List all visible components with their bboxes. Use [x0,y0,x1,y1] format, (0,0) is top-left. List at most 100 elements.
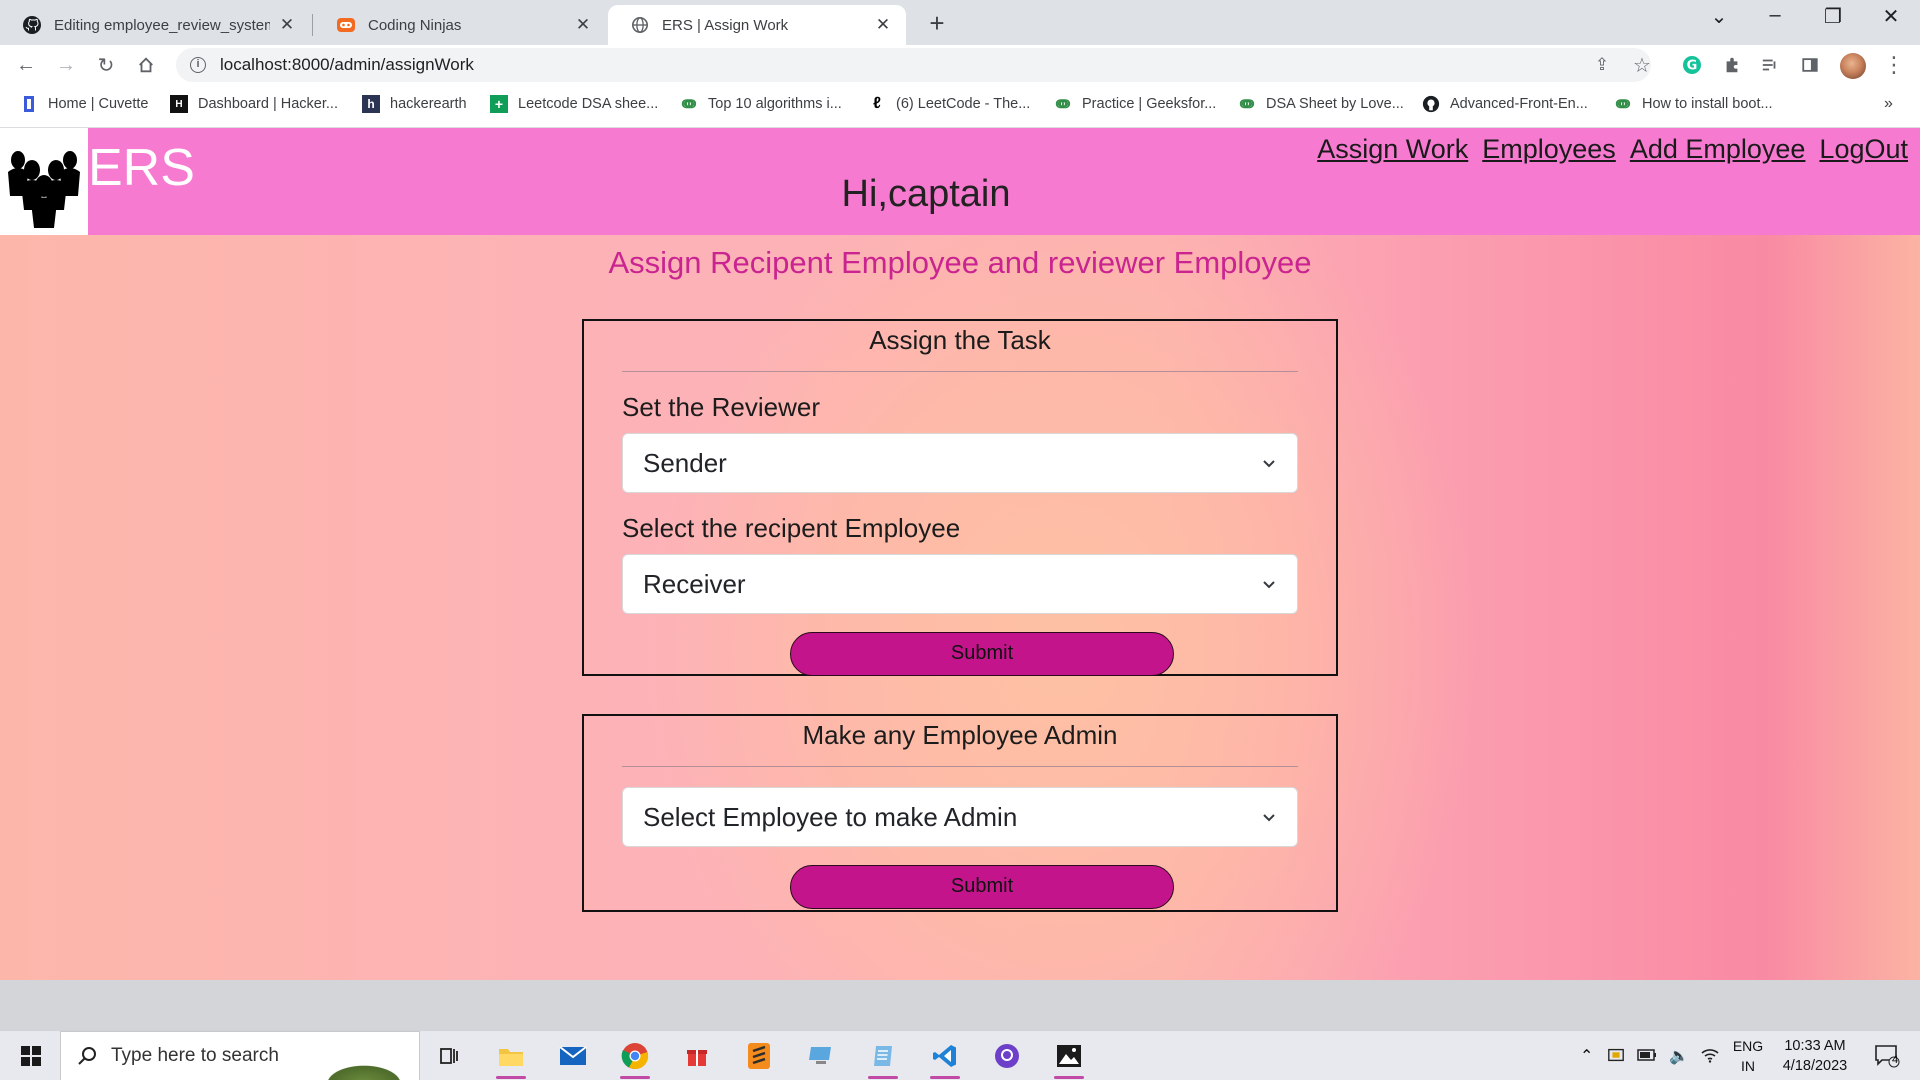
tab-title: ERS | Assign Work [662,16,789,34]
media-queue-icon[interactable] [1756,51,1784,79]
search-placeholder: Type here to search [111,1045,279,1066]
recipient-label: Select the recipent Employee [622,513,961,543]
site-info-icon[interactable]: i [190,57,206,73]
divider [622,766,1298,767]
system-tray: ⌃ 🔈 [1580,1031,1719,1080]
globe-icon [630,15,650,35]
computer-monitor-icon[interactable] [800,1037,842,1075]
assign-submit-button[interactable]: Submit [790,632,1174,676]
back-arrow-icon[interactable]: ← [12,51,40,79]
gfg-icon: ↈ [1615,96,1631,111]
github-desktop-icon[interactable] [986,1037,1028,1075]
reload-icon[interactable]: ↻ [92,51,120,79]
close-tab-icon[interactable]: ✕ [874,15,892,35]
make-admin-card: Make any Employee Admin Select Employee … [582,714,1338,912]
bookmark-home-cuvette[interactable]: Home | Cuvette [20,95,148,113]
bookmark-top-10-algorithms[interactable]: ↈ Top 10 algorithms i... [680,95,842,113]
tab-search-chevron-icon[interactable]: ⌄ [1696,4,1742,29]
bookmarks-bar: Home | Cuvette H Dashboard | Hacker... h… [0,85,1920,128]
new-tab-button[interactable]: + [922,8,952,39]
bookmark-hackerearth[interactable]: h hackerearth [362,95,467,113]
sheets-icon: + [490,95,508,113]
bookmark-advanced-front-end[interactable]: Advanced-Front-En... [1422,95,1588,113]
gift-icon[interactable] [676,1037,718,1075]
hackerrank-icon: H [170,95,188,113]
vscode-icon[interactable] [924,1037,966,1079]
minimize-icon[interactable]: – [1752,4,1798,27]
security-icon[interactable] [1607,1046,1625,1067]
make-admin-select[interactable]: Select Employee to make Admin [622,787,1298,847]
close-window-icon[interactable]: ✕ [1868,4,1914,29]
reviewer-select[interactable]: Sender [622,433,1298,493]
nav-logout-link[interactable]: LogOut [1819,134,1908,165]
hackerearth-icon: h [362,95,380,113]
show-hidden-icons-chevron-icon[interactable]: ⌃ [1580,1046,1593,1066]
assign-task-card: Assign the Task Set the Reviewer Sender … [582,319,1338,676]
github-icon [22,15,42,35]
bookmark-dsa-sheet-love[interactable]: ↈ DSA Sheet by Love... [1238,95,1404,113]
mail-icon[interactable] [552,1037,594,1075]
bookmark-leetcode[interactable]: ℓ (6) LeetCode - The... [868,95,1030,113]
tab-ers-assign-work[interactable]: ERS | Assign Work ✕ [608,5,906,45]
more-bookmarks-chevron-icon[interactable]: » [1884,95,1893,113]
chevron-down-icon [1263,814,1275,822]
notifications-icon[interactable]: 4 [1866,1037,1908,1075]
chrome-icon[interactable] [614,1037,656,1079]
grammarly-icon[interactable]: G [1678,51,1706,79]
nav-assign-work-link[interactable]: Assign Work [1317,134,1468,165]
taskbar-search-box[interactable]: Type here to search [60,1031,420,1080]
make-admin-title: Make any Employee Admin [802,720,1118,750]
share-icon[interactable]: ⇪ [1588,51,1616,79]
tab-editing-employee-review[interactable]: Editing employee_review_system ✕ [0,5,310,45]
profile-avatar[interactable] [1840,53,1866,79]
bookmark-practice-geeksforgeeks[interactable]: ↈ Practice | Geeksfor... [1054,95,1216,113]
taskbar-clock[interactable]: 10:33 AM 4/18/2023 [1770,1036,1860,1076]
photos-icon[interactable] [1048,1037,1090,1079]
gfg-icon: ↈ [1055,96,1071,111]
sublime-text-icon[interactable] [738,1037,780,1075]
bookmark-star-icon[interactable]: ☆ [1628,51,1656,79]
chrome-menu-icon[interactable]: ⋮ [1880,51,1908,79]
make-admin-submit-button[interactable]: Submit [790,865,1174,909]
tab-title: Coding Ninjas [368,16,462,34]
assign-task-title: Assign the Task [869,325,1051,355]
address-bar[interactable]: i localhost:8000/admin/assignWork [176,48,1651,82]
bookmark-leetcode-dsa-sheet[interactable]: + Leetcode DSA shee... [490,95,658,113]
chevron-down-icon [1263,460,1275,468]
bookmark-how-to-install-bootstrap[interactable]: ↈ How to install boot... [1614,95,1773,113]
notification-count: 4 [1892,1054,1899,1066]
battery-icon[interactable] [1637,1048,1657,1065]
side-panel-icon[interactable] [1796,51,1824,79]
reviewer-label: Set the Reviewer [622,392,820,422]
leetcode-icon: ℓ [873,95,881,112]
greeting-text: Hi,captain [841,173,1011,215]
wifi-icon[interactable] [1701,1047,1719,1066]
language-indicator[interactable]: ENG IN [1728,1036,1768,1076]
page-bottom-strip [0,980,1920,1030]
windows-start-icon[interactable] [10,1037,52,1075]
search-highlight-image [309,1044,419,1080]
file-explorer-icon[interactable] [490,1037,532,1079]
nav-add-employee-link[interactable]: Add Employee [1630,134,1806,165]
extensions-puzzle-icon[interactable] [1718,51,1746,79]
close-tab-icon[interactable]: ✕ [574,15,592,35]
gfg-icon: ↈ [681,96,697,111]
tab-coding-ninjas[interactable]: Coding Ninjas ✕ [314,5,606,45]
notepad-icon[interactable] [862,1037,904,1079]
chevron-down-icon [1263,581,1275,589]
recipient-select[interactable]: Receiver [622,554,1298,614]
tab-title: Editing employee_review_system [54,16,270,34]
nav-employees-link[interactable]: Employees [1482,134,1616,165]
home-icon[interactable] [132,51,160,79]
cuvette-icon [20,95,38,113]
tab-separator [312,14,313,36]
bookmark-dashboard-hacker[interactable]: H Dashboard | Hacker... [170,95,338,113]
restore-icon[interactable]: ❐ [1810,4,1856,29]
github-icon [1422,95,1440,113]
browser-toolbar: ← → ↻ i localhost:8000/admin/assignWork … [0,45,1920,85]
volume-icon[interactable]: 🔈 [1669,1046,1689,1066]
task-view-icon[interactable] [428,1037,470,1075]
forward-arrow-icon[interactable]: → [52,51,80,79]
url-text: localhost:8000/admin/assignWork [220,55,474,74]
close-tab-icon[interactable]: ✕ [278,15,296,35]
